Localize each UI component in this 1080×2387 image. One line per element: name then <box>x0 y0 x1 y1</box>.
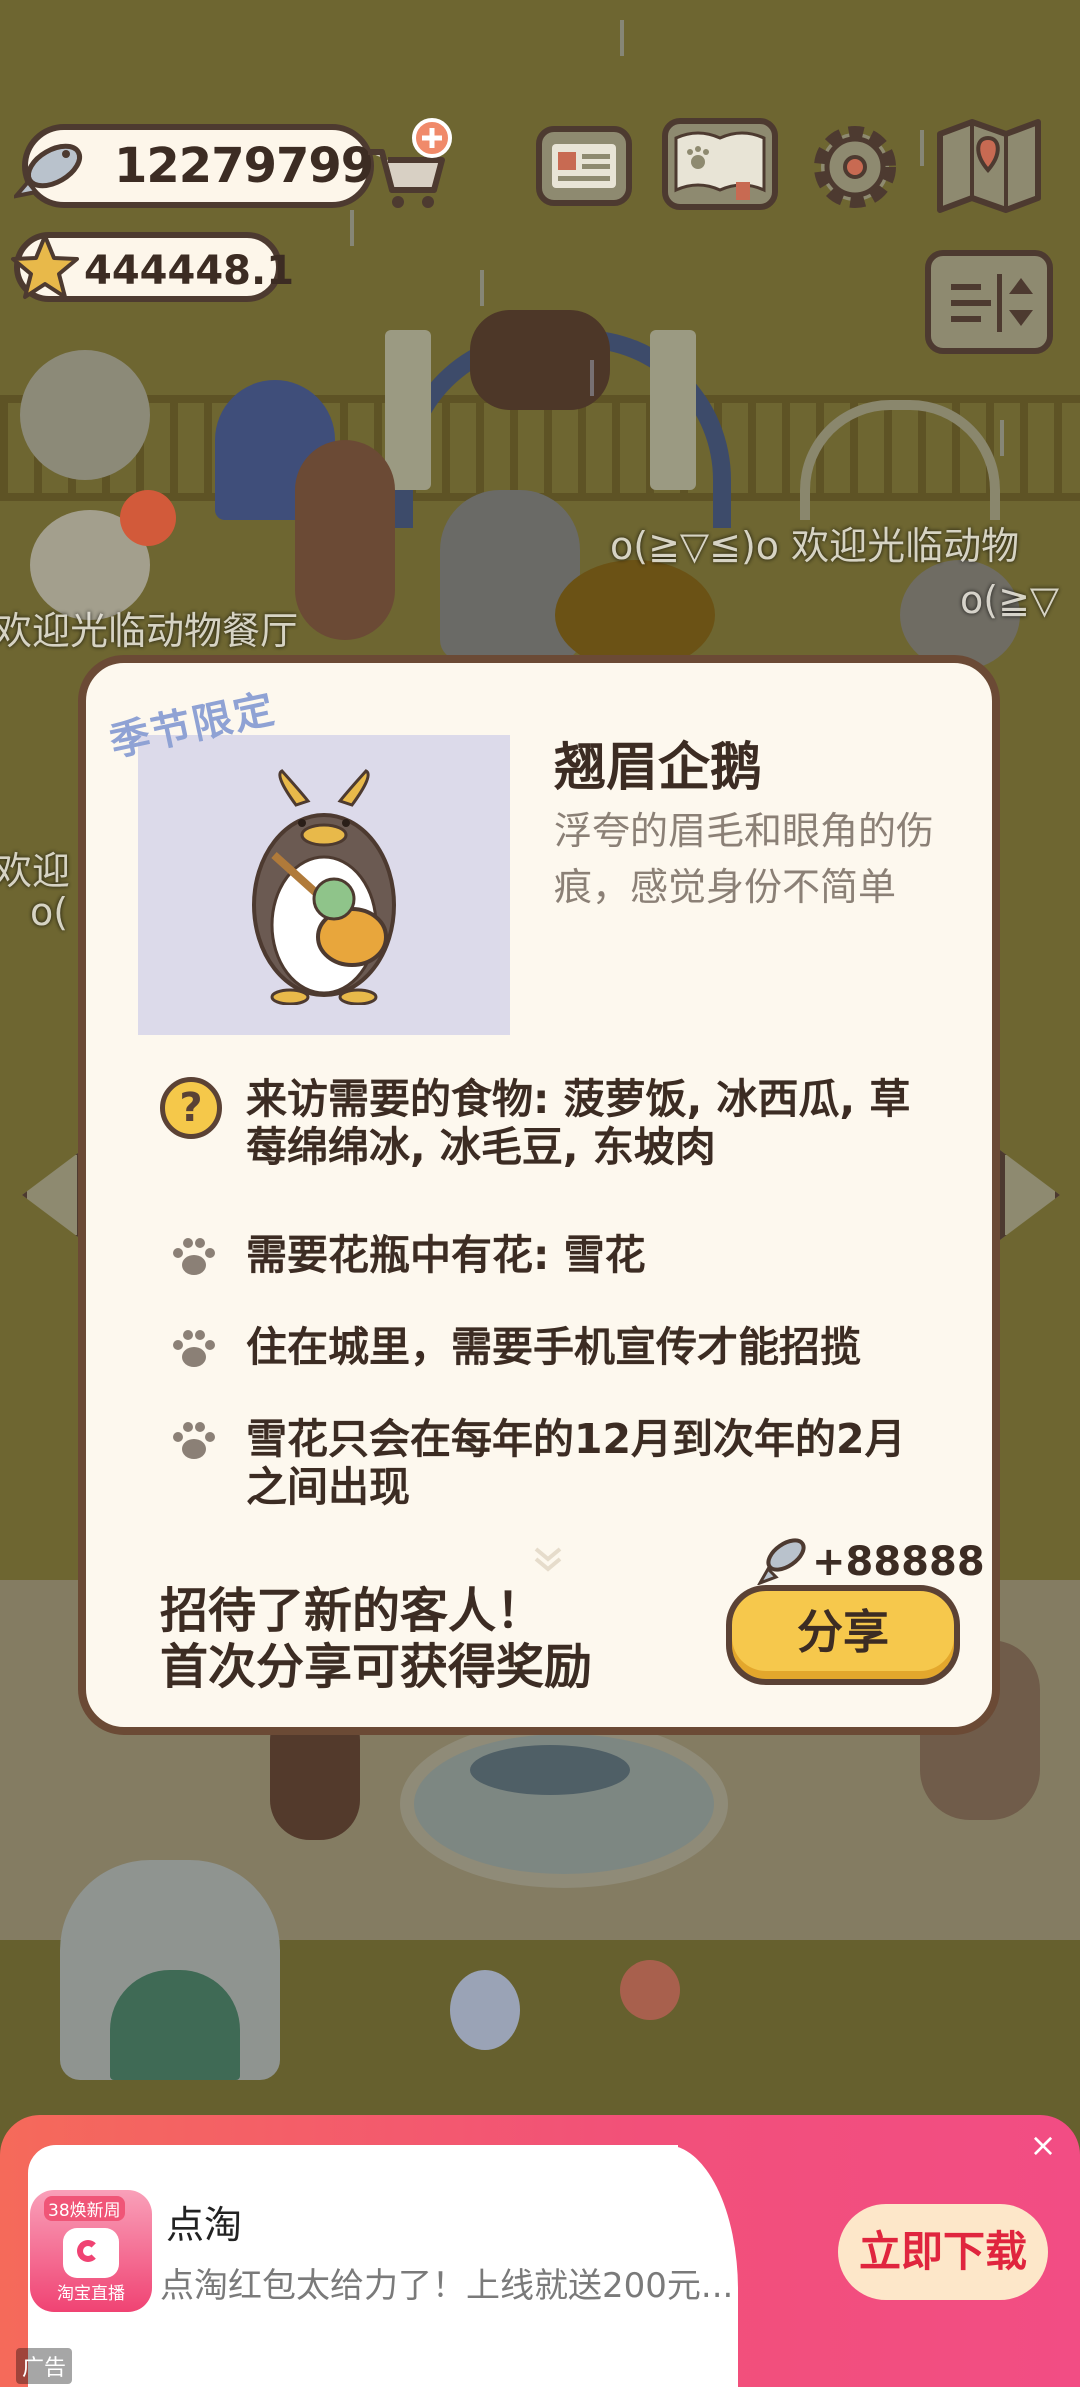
snow-hut-door <box>110 1970 240 2080</box>
sort-button[interactable] <box>925 250 1053 354</box>
arch-bow <box>470 310 610 410</box>
logo-caption: 淘宝直播 <box>57 2284 125 2304</box>
scroll-message: o(≧▽ <box>960 578 1060 622</box>
ad-title: 点淘 <box>166 2203 243 2247</box>
requirement-text: 需要花瓶中有花: 雪花 <box>246 1231 646 1279</box>
chevron-down-icon <box>534 1547 562 1572</box>
red-flower <box>620 1960 680 2020</box>
wolf-character <box>440 490 580 660</box>
app-logo[interactable]: 38焕新周 淘宝直播 <box>30 2190 152 2312</box>
requirement-text: 来访需要的食物: 菠萝饭, 冰西瓜, 草莓绵绵冰, 冰毛豆, 东坡肉 <box>246 1075 911 1171</box>
scroll-message: o(≧▽≦)o 欢迎光临动物 <box>610 524 1020 568</box>
scroll-message: o( <box>30 890 69 934</box>
star-icon <box>11 234 79 299</box>
rockhopper-penguin-image <box>252 769 396 1005</box>
sort-icon <box>951 274 1033 332</box>
visitor-portrait <box>138 735 510 1035</box>
share-invite-text: 招待了新的客人！ 首次分享可获得奖励 <box>160 1583 592 1695</box>
ad-label: 广告 <box>16 2348 73 2384</box>
visitor-card-dialog: 季节限定 翘眉企鹅 浮夸的眉毛和眼角的伤痕，感觉身份不简单 ? 来访需要的食物:… <box>78 655 1000 1735</box>
fish-icon <box>14 143 83 199</box>
requirement-text: 雪花只会在每年的12月到次年的2月之间出现 <box>246 1415 906 1511</box>
close-icon[interactable]: × <box>1026 2128 1060 2162</box>
requirement-food: ? 来访需要的食物: 菠萝饭, 冰西瓜, 草莓绵绵冰, 冰毛豆, 东坡肉 <box>160 1075 940 1175</box>
requirement-flower: 需要花瓶中有花: 雪花 <box>160 1231 940 1281</box>
paw-icon <box>173 1330 215 1367</box>
chef-character <box>295 440 395 640</box>
play-logo-icon <box>63 2228 119 2278</box>
download-button[interactable]: 立即下载 <box>838 2204 1048 2300</box>
share-reward: +88888 <box>756 1531 985 1591</box>
visitor-name: 翘眉企鹅 <box>554 738 763 798</box>
share-button[interactable]: 分享 <box>726 1585 960 1685</box>
paw-icon <box>173 1422 215 1459</box>
snowflake-flower <box>450 1970 520 2050</box>
map-icon[interactable] <box>934 114 1044 218</box>
alert-icon <box>120 490 176 546</box>
reward-amount: +88888 <box>812 1539 985 1585</box>
newspaper-button[interactable] <box>536 126 632 206</box>
logo-badge: 38焕新周 <box>44 2196 125 2221</box>
fountain-water <box>470 1745 630 1795</box>
cat-character <box>20 350 150 480</box>
ad-description: 点淘红包太给力了！上线就送200元... <box>160 2266 734 2306</box>
hedge <box>555 560 715 670</box>
fish-count: 12279799 <box>114 138 374 194</box>
visitor-description: 浮夸的眉毛和眼角的伤痕，感觉身份不简单 <box>554 809 935 909</box>
newspaper-icon <box>552 144 616 188</box>
star-count: 444448.1 <box>84 248 295 294</box>
candle-pillar-right <box>650 330 696 490</box>
gear-icon[interactable] <box>808 120 902 214</box>
requirement-season: 雪花只会在每年的12月到次年的2月之间出现 <box>160 1415 940 1515</box>
guidebook-button[interactable] <box>662 118 778 210</box>
requirement-text: 住在城里，需要手机宣传才能招揽 <box>246 1323 861 1371</box>
question-icon: ? <box>160 1077 222 1139</box>
paw-book-icon <box>674 131 766 200</box>
candle-pillar-left <box>385 330 431 490</box>
fish-icon <box>756 1538 806 1586</box>
cart-add-icon[interactable] <box>360 116 460 212</box>
scroll-message: 欢迎 <box>0 849 71 893</box>
requirement-location: 住在城里，需要手机宣传才能招揽 <box>160 1323 940 1373</box>
scroll-message: 欢迎光临动物餐厅 <box>0 609 299 653</box>
paw-icon <box>173 1238 215 1275</box>
invite-line-2: 首次分享可获得奖励 <box>160 1639 593 1695</box>
invite-line-1: 招待了新的客人！ <box>160 1583 545 1639</box>
